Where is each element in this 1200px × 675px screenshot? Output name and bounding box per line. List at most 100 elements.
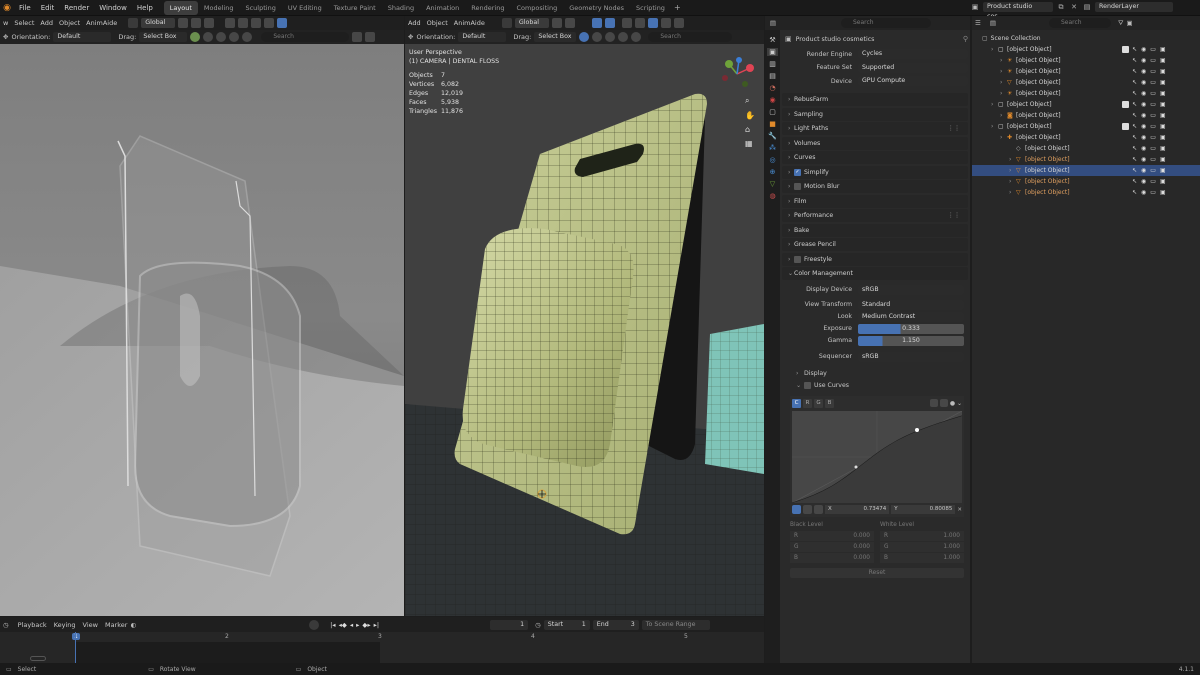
- render-icon[interactable]: ▣: [1160, 46, 1166, 53]
- select-icon[interactable]: ↖: [1132, 156, 1137, 163]
- shading-sphere-icon[interactable]: [618, 32, 629, 42]
- select-icon[interactable]: ↖: [1132, 57, 1137, 64]
- delete-point-icon[interactable]: ✕: [957, 507, 962, 513]
- play-reverse-icon[interactable]: ◂: [350, 621, 353, 629]
- viewport-icon[interactable]: ▭: [1150, 145, 1156, 152]
- curve-options-icon[interactable]: ● ⌄: [950, 400, 962, 407]
- xray-icon[interactable]: [225, 18, 236, 28]
- panel-curves[interactable]: › Curves: [782, 151, 968, 164]
- wireframe-shading-icon[interactable]: [634, 18, 645, 28]
- eye-icon[interactable]: ◉: [1141, 68, 1146, 75]
- tab-rendering[interactable]: Rendering: [465, 1, 510, 15]
- select-icon[interactable]: ↖: [1132, 68, 1137, 75]
- render-icon[interactable]: ▣: [1160, 167, 1166, 174]
- outliner-row[interactable]: › ☀ [object Object] ↖ ◉ ▭ ▣: [972, 55, 1200, 66]
- exposure-slider[interactable]: 0.333: [858, 323, 964, 334]
- outliner-row[interactable]: › ▢ [object Object] ↖ ◉ ▭ ▣: [972, 99, 1200, 110]
- filter-icon[interactable]: [352, 32, 363, 42]
- eye-icon[interactable]: ◉: [1141, 178, 1146, 185]
- render-icon[interactable]: ▣: [1160, 123, 1166, 130]
- eye-icon[interactable]: ◉: [1141, 101, 1146, 108]
- pin-icon[interactable]: ⚲: [963, 35, 968, 43]
- eye-icon[interactable]: ◉: [1141, 79, 1146, 86]
- current-frame-field[interactable]: 1: [490, 619, 529, 630]
- shading-sphere-icon[interactable]: [229, 32, 240, 42]
- curve-tab-g[interactable]: G: [814, 398, 823, 408]
- expand-chevron-icon[interactable]: ›: [1000, 112, 1007, 119]
- panel-grease-pencil[interactable]: › Grease Pencil: [782, 238, 968, 251]
- drag-dropdown[interactable]: Select Box: [139, 32, 188, 42]
- snap-icon[interactable]: [178, 18, 189, 28]
- device-dropdown[interactable]: GPU Compute: [858, 76, 968, 86]
- tab-scripting[interactable]: Scripting: [630, 1, 671, 15]
- view-menu-item[interactable]: Object: [427, 19, 448, 27]
- properties-search-input[interactable]: Search: [841, 18, 931, 28]
- tab-shading[interactable]: Shading: [382, 1, 420, 15]
- navigation-gizmo[interactable]: [717, 56, 757, 92]
- viewport-icon[interactable]: ▭: [1150, 46, 1156, 53]
- display-subpanel[interactable]: Display: [804, 370, 827, 377]
- playhead[interactable]: [75, 632, 76, 663]
- jump-end-icon[interactable]: ▸|: [374, 621, 379, 629]
- select-icon[interactable]: ↖: [1132, 145, 1137, 152]
- drag-handle-icon[interactable]: ⋮⋮: [948, 125, 960, 132]
- expand-chevron-icon[interactable]: ›: [1009, 178, 1016, 185]
- view-menu-item[interactable]: Object: [59, 19, 80, 27]
- expand-chevron-icon[interactable]: ›: [1000, 79, 1007, 86]
- curve-tab-c[interactable]: C: [792, 398, 801, 408]
- move-icon[interactable]: ✥: [3, 33, 8, 41]
- expand-chevron-icon[interactable]: ›: [1000, 57, 1007, 64]
- scrollbar[interactable]: [30, 656, 46, 661]
- outliner-row[interactable]: ◇ [object Object] ↖ ◉ ▭ ▣: [972, 143, 1200, 154]
- outliner-row[interactable]: › ▽ [object Object] ↖ ◉ ▭ ▣: [972, 154, 1200, 165]
- black-level-field[interactable]: G 0.000: [790, 541, 874, 552]
- move-icon[interactable]: ✥: [408, 33, 413, 41]
- solid-shading-icon[interactable]: [647, 18, 658, 28]
- curve-x-field[interactable]: X 0.73474: [825, 505, 890, 514]
- search-input[interactable]: Search: [261, 32, 350, 42]
- overlay-icon[interactable]: [604, 18, 615, 28]
- white-level-field[interactable]: B 1.000: [880, 552, 964, 563]
- outliner-row[interactable]: › ▢ [object Object] ↖ ◉ ▭ ▣: [972, 44, 1200, 55]
- world-tab-icon[interactable]: ◉: [769, 96, 775, 104]
- tab-compositing[interactable]: Compositing: [510, 1, 563, 15]
- tab-sculpting[interactable]: Sculpting: [239, 1, 281, 15]
- eye-icon[interactable]: ◉: [1141, 134, 1146, 141]
- render-tab-icon[interactable]: ▣: [767, 48, 778, 56]
- shading-sphere-icon[interactable]: [631, 32, 642, 42]
- data-tab-icon[interactable]: ▽: [770, 180, 775, 188]
- viewport-icon[interactable]: ▭: [1150, 79, 1156, 86]
- outliner-row[interactable]: › ▽ [object Object] ↖ ◉ ▭ ▣: [972, 187, 1200, 198]
- curve-handle-icon[interactable]: [803, 505, 812, 514]
- display-device-dropdown[interactable]: sRGB: [858, 284, 964, 295]
- panel-sampling[interactable]: › Sampling: [782, 107, 968, 121]
- view-layer-field[interactable]: RenderLayer: [1095, 2, 1173, 12]
- timeline-menu-view[interactable]: View: [83, 621, 98, 629]
- orientation-dropdown[interactable]: Default: [53, 32, 112, 42]
- tab-modeling[interactable]: Modeling: [198, 1, 240, 15]
- render-icon[interactable]: ▣: [1160, 112, 1166, 119]
- render-icon[interactable]: ▣: [1160, 178, 1166, 185]
- white-level-field[interactable]: R 1.000: [880, 530, 964, 541]
- freestyle-checkbox[interactable]: [794, 255, 801, 263]
- constraints-tab-icon[interactable]: ⊕: [770, 168, 776, 176]
- tab-geometry-nodes[interactable]: Geometry Nodes: [563, 1, 630, 15]
- black-level-field[interactable]: B 0.000: [790, 552, 874, 563]
- outliner-row[interactable]: › ▽ [object Object] ↖ ◉ ▭ ▣: [972, 176, 1200, 187]
- transform-pivot-icon[interactable]: [128, 18, 139, 28]
- use-curves-checkbox[interactable]: [804, 382, 811, 389]
- chevron-right-icon[interactable]: ›: [796, 370, 804, 377]
- render-icon[interactable]: ▣: [1160, 145, 1166, 152]
- eye-icon[interactable]: ◉: [1141, 145, 1146, 152]
- view-menu-item[interactable]: Add: [40, 19, 53, 27]
- outliner-row[interactable]: › ▽ [object Object] ↖ ◉ ▭ ▣: [972, 165, 1200, 176]
- scene-collection-label[interactable]: Scene Collection: [991, 35, 1041, 42]
- drag-dropdown[interactable]: Select Box: [534, 32, 577, 42]
- render-engine-dropdown[interactable]: Cycles: [858, 49, 968, 59]
- timeline-menu-marker[interactable]: Marker: [105, 621, 127, 629]
- eye-icon[interactable]: ◉: [1141, 189, 1146, 196]
- select-icon[interactable]: ↖: [1132, 101, 1137, 108]
- timeline-menu-keying[interactable]: Keying: [54, 621, 76, 629]
- curve-handle-icon[interactable]: [792, 505, 801, 514]
- color-wheel-icon[interactable]: [190, 32, 201, 42]
